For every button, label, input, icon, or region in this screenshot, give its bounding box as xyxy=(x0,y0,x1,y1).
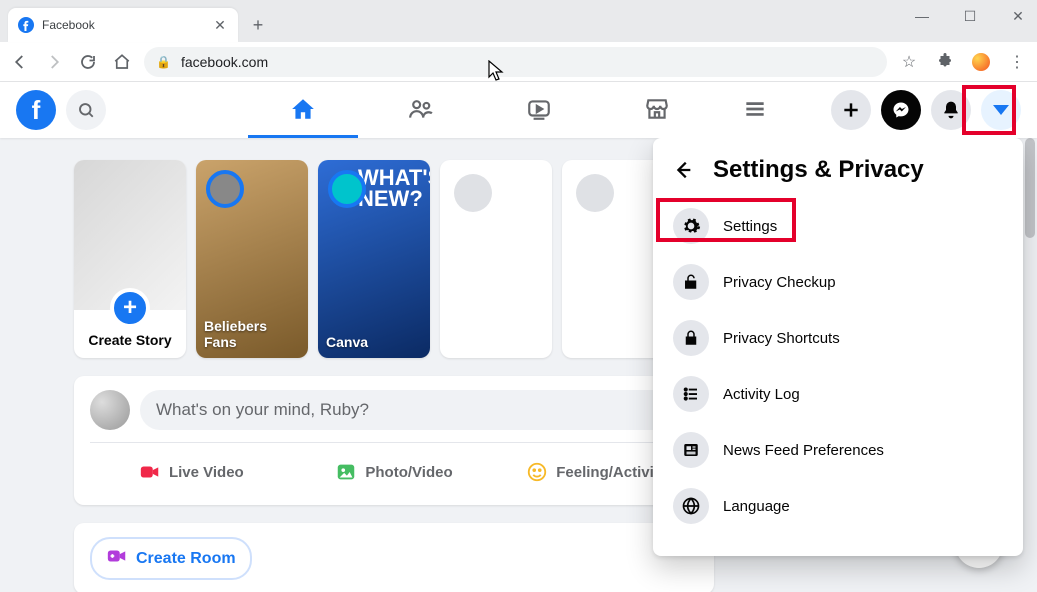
dropdown-item-language[interactable]: Language xyxy=(661,478,1015,534)
nav-watch-tab[interactable] xyxy=(484,82,594,138)
gear-icon xyxy=(673,208,709,244)
story-avatar xyxy=(328,170,366,208)
address-bar[interactable]: 🔒 facebook.com xyxy=(144,47,887,77)
caret-down-icon xyxy=(993,105,1009,115)
nav-reload-button[interactable] xyxy=(78,52,98,72)
tab-close-icon[interactable]: ✕ xyxy=(212,17,228,33)
action-label: Live Video xyxy=(169,464,244,481)
rooms-card: Create Room xyxy=(74,523,714,592)
stories-tray: + Create Story Beliebers Fans WHAT'S NEW… xyxy=(74,160,714,358)
window-controls: — ☐ ✕ xyxy=(907,2,1033,30)
bookmark-star-icon[interactable]: ☆ xyxy=(899,52,919,72)
story-avatar xyxy=(206,170,244,208)
placeholder-avatar xyxy=(576,174,614,212)
composer-placeholder: What's on your mind, Ruby? xyxy=(156,400,369,420)
lock-icon: 🔒 xyxy=(156,55,171,69)
lock-open-icon xyxy=(673,264,709,300)
dropdown-label: Privacy Shortcuts xyxy=(723,330,840,347)
browser-titlebar: Facebook ✕ + — ☐ ✕ xyxy=(0,0,1037,42)
dropdown-item-news-feed-pref[interactable]: News Feed Preferences xyxy=(661,422,1015,478)
user-avatar[interactable] xyxy=(90,390,130,430)
scrollbar-thumb[interactable] xyxy=(1025,138,1035,238)
news-feed-icon xyxy=(673,432,709,468)
dropdown-label: Language xyxy=(723,498,790,515)
video-plus-icon xyxy=(106,545,128,572)
nav-marketplace-tab[interactable] xyxy=(602,82,712,138)
plus-icon: + xyxy=(110,288,150,328)
create-button[interactable] xyxy=(831,90,871,130)
story-label: Canva xyxy=(326,334,422,350)
composer-card: What's on your mind, Ruby? Live Video Ph… xyxy=(74,376,714,505)
dropdown-back-button[interactable] xyxy=(669,156,697,184)
action-label: Photo/Video xyxy=(365,464,452,481)
browser-toolbar: 🔒 facebook.com ☆ ⋮ xyxy=(0,42,1037,82)
browser-menu-icon[interactable]: ⋮ xyxy=(1007,52,1027,72)
story-label: Beliebers Fans xyxy=(204,318,300,350)
dropdown-title: Settings & Privacy xyxy=(713,156,924,184)
composer-live-video[interactable]: Live Video xyxy=(90,453,293,491)
story-card[interactable]: WHAT'S NEW? Canva xyxy=(318,160,430,358)
dropdown-item-activity-log[interactable]: Activity Log xyxy=(661,366,1015,422)
dropdown-label: News Feed Preferences xyxy=(723,442,884,459)
photo-icon xyxy=(335,461,357,483)
placeholder-avatar xyxy=(454,174,492,212)
nav-back-button[interactable] xyxy=(10,52,30,72)
create-room-label: Create Room xyxy=(136,550,236,568)
messenger-button[interactable] xyxy=(881,90,921,130)
facebook-favicon xyxy=(18,17,34,33)
nav-friends-tab[interactable] xyxy=(366,82,476,138)
window-minimize-button[interactable]: — xyxy=(907,2,937,30)
create-room-button[interactable]: Create Room xyxy=(90,537,252,580)
nav-home-button[interactable] xyxy=(112,52,132,72)
facebook-search-button[interactable] xyxy=(66,90,106,130)
story-placeholder[interactable] xyxy=(440,160,552,358)
page-body: + Create Story Beliebers Fans WHAT'S NEW… xyxy=(0,138,1037,592)
window-maximize-button[interactable]: ☐ xyxy=(955,2,985,30)
notifications-button[interactable] xyxy=(931,90,971,130)
smiley-icon xyxy=(526,461,548,483)
list-icon xyxy=(673,376,709,412)
story-create[interactable]: + Create Story xyxy=(74,160,186,358)
video-camera-icon xyxy=(139,461,161,483)
browser-tab[interactable]: Facebook ✕ xyxy=(8,8,238,42)
account-menu-button[interactable] xyxy=(981,90,1021,130)
action-label: Feeling/Activity xyxy=(556,464,667,481)
tab-title: Facebook xyxy=(42,18,204,32)
composer-photo-video[interactable]: Photo/Video xyxy=(293,453,496,491)
facebook-header: f xyxy=(0,82,1037,138)
canva-overlay-text: WHAT'S NEW? xyxy=(358,168,422,210)
story-card[interactable]: Beliebers Fans xyxy=(196,160,308,358)
nav-home-tab[interactable] xyxy=(248,82,358,138)
dropdown-item-settings[interactable]: Settings xyxy=(661,198,1015,254)
extensions-icon[interactable] xyxy=(935,52,955,72)
dropdown-item-privacy-checkup[interactable]: Privacy Checkup xyxy=(661,254,1015,310)
dropdown-label: Activity Log xyxy=(723,386,800,403)
dropdown-label: Settings xyxy=(723,218,777,235)
dropdown-item-privacy-shortcuts[interactable]: Privacy Shortcuts xyxy=(661,310,1015,366)
window-close-button[interactable]: ✕ xyxy=(1003,2,1033,30)
settings-privacy-dropdown: Settings & Privacy Settings Privacy Chec… xyxy=(653,138,1023,556)
new-tab-button[interactable]: + xyxy=(244,11,272,39)
scrollbar-track[interactable] xyxy=(1023,138,1037,592)
globe-icon xyxy=(673,488,709,524)
lock-icon xyxy=(673,320,709,356)
nav-forward-button[interactable] xyxy=(44,52,64,72)
composer-input[interactable]: What's on your mind, Ruby? xyxy=(140,390,698,430)
extension-badge-icon[interactable] xyxy=(971,52,991,72)
facebook-logo[interactable]: f xyxy=(16,90,56,130)
url-text: facebook.com xyxy=(181,54,268,70)
nav-more-tab[interactable] xyxy=(720,82,790,138)
story-label: Create Story xyxy=(82,332,178,348)
dropdown-label: Privacy Checkup xyxy=(723,274,836,291)
